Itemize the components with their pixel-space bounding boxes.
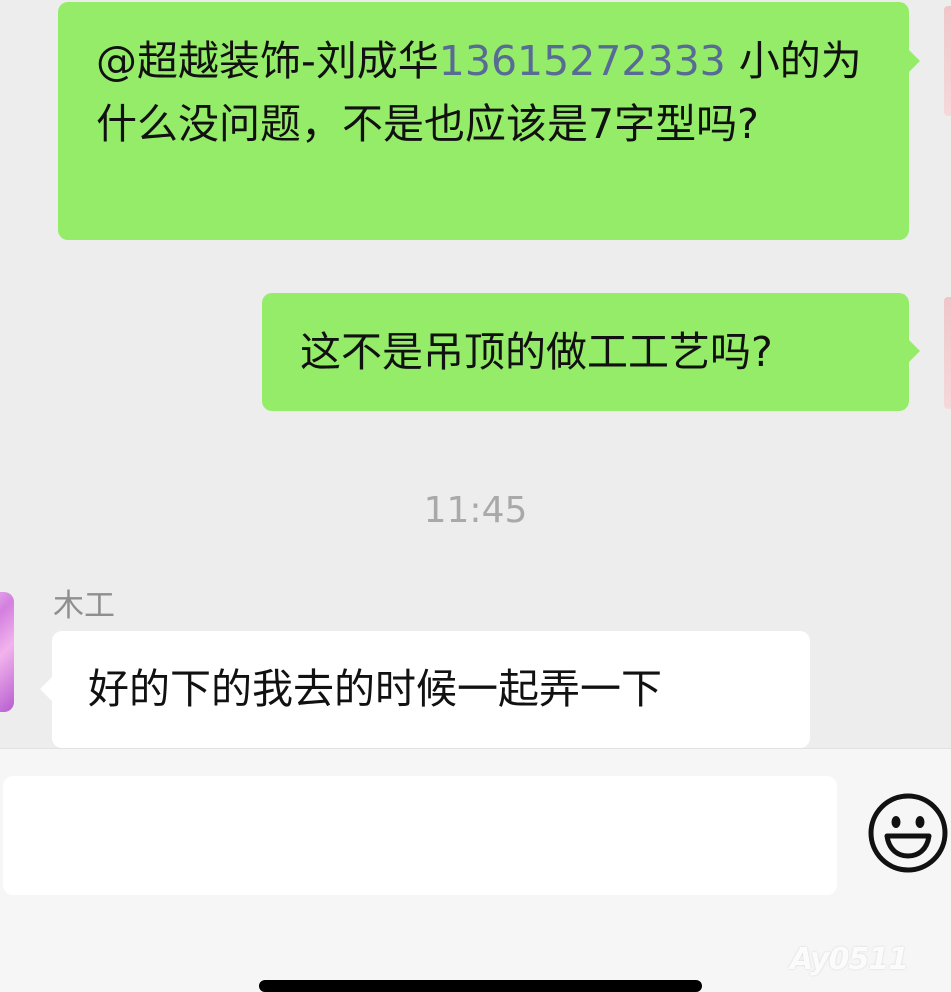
my-avatar[interactable] <box>944 6 951 116</box>
message-text: 好的下的我去的时候一起弄一下 <box>88 665 662 713</box>
sender-name: 木工 <box>53 588 115 624</box>
home-indicator[interactable] <box>259 980 702 992</box>
outgoing-message-bubble[interactable]: @超越装饰-刘成华13615272333 小的为什么没问题，不是也应该是7字型吗… <box>58 2 920 240</box>
bubble-tail <box>908 49 920 73</box>
outgoing-message-bubble[interactable]: 这不是吊顶的做工工艺吗? <box>262 293 920 411</box>
sender-avatar[interactable] <box>0 592 14 712</box>
phone-number-link[interactable]: 13615272333 <box>439 37 726 85</box>
bubble-tail <box>40 677 52 701</box>
message-input[interactable] <box>3 776 837 895</box>
message-text: 这不是吊顶的做工工艺吗? <box>300 328 773 376</box>
smiley-face-icon <box>868 793 948 873</box>
my-avatar[interactable] <box>944 297 951 409</box>
incoming-message-bubble[interactable]: 好的下的我去的时候一起弄一下 <box>40 631 810 748</box>
emoji-button[interactable] <box>867 792 949 874</box>
bubble-tail <box>908 339 920 363</box>
chat-message-list[interactable]: @超越装饰-刘成华13615272333 小的为什么没问题，不是也应该是7字型吗… <box>0 0 951 748</box>
input-toolbar: Ay0511 <box>0 748 951 992</box>
mention-text[interactable]: @超越装饰-刘成华 <box>96 37 439 85</box>
site-watermark-logo: Ay0511 <box>790 942 909 977</box>
message-timestamp: 11:45 <box>423 490 528 531</box>
